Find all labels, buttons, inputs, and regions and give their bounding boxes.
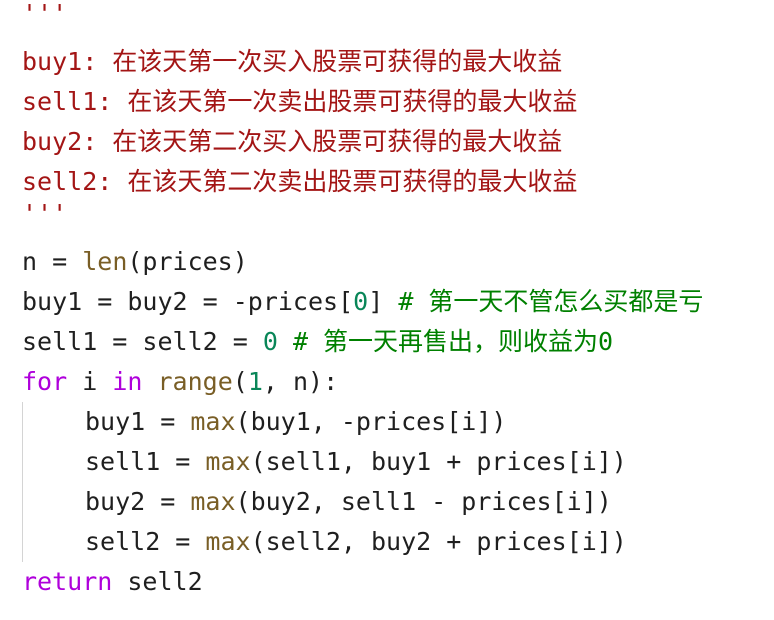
builtin-max: max (205, 527, 251, 556)
code-token: n = (22, 247, 83, 276)
code-token: sell2 (112, 567, 203, 596)
code-token: (prices) (127, 247, 248, 276)
code-token: , n): (262, 367, 339, 396)
number-literal: 0 (353, 287, 369, 316)
code-line-body-sell1: sell1 = max(sell1, buy1 + prices[i]) (22, 442, 627, 482)
code-token: (buy1, -prices[i]) (235, 407, 507, 436)
code-token: sell1 = (85, 447, 206, 476)
number-literal: 1 (247, 367, 263, 396)
code-line-buy-init: buy1 = buy2 = -prices[0] # 第一天不管怎么买都是亏 (22, 282, 703, 322)
code-token: (sell1, buy1 + prices[i]) (250, 447, 627, 476)
builtin-max: max (190, 487, 236, 516)
code-token: sell2 = (85, 527, 206, 556)
builtin-len: len (82, 247, 128, 276)
number-literal: 0 (262, 327, 278, 356)
code-line-body-sell2: sell2 = max(sell2, buy2 + prices[i]) (22, 522, 627, 562)
code-line-body-buy2: buy2 = max(buy2, sell1 - prices[i]) (22, 482, 612, 522)
code-token: (sell2, buy2 + prices[i]) (250, 527, 627, 556)
code-token: i (67, 367, 113, 396)
builtin-max: max (205, 447, 251, 476)
code-line-body-buy1: buy1 = max(buy1, -prices[i]) (22, 402, 506, 442)
code-token: sell1 = sell2 = (22, 327, 263, 356)
docstring-line-buy1: buy1: 在该天第一次买入股票可获得的最大收益 (22, 47, 563, 76)
code-token: ] (368, 287, 399, 316)
keyword-for: for (22, 367, 68, 396)
code-comment: # 第一天再售出，则收益为0 (292, 327, 614, 356)
code-line-n: n = len(prices) (22, 242, 248, 282)
docstring-line-sell1: sell1: 在该天第一次卖出股票可获得的最大收益 (22, 87, 578, 116)
code-line-for: for i in range(1, n): (22, 362, 338, 402)
code-token: buy2 = (85, 487, 191, 516)
code-comment: # 第一天不管怎么买都是亏 (398, 287, 704, 316)
docstring-open: ''' (22, 0, 68, 28)
code-line-return: return sell2 (22, 562, 203, 602)
code-editor[interactable]: ''' buy1: 在该天第一次买入股票可获得的最大收益 sell1: 在该天第… (0, 0, 774, 620)
code-token: ( (232, 367, 248, 396)
code-token: (buy2, sell1 - prices[i]) (235, 487, 612, 516)
keyword-return: return (22, 567, 113, 596)
code-line-sell-init: sell1 = sell2 = 0 # 第一天再售出，则收益为0 (22, 322, 613, 362)
docstring-line-buy2: buy2: 在该天第二次买入股票可获得的最大收益 (22, 127, 563, 156)
code-token: buy1 = buy2 = -prices[ (22, 287, 354, 316)
code-token: buy1 = (85, 407, 191, 436)
keyword-in: in (112, 367, 143, 396)
docstring-close: ''' (22, 199, 68, 228)
docstring-line-sell2: sell2: 在该天第二次卖出股票可获得的最大收益 (22, 167, 578, 196)
builtin-max: max (190, 407, 236, 436)
builtin-range: range (157, 367, 233, 396)
